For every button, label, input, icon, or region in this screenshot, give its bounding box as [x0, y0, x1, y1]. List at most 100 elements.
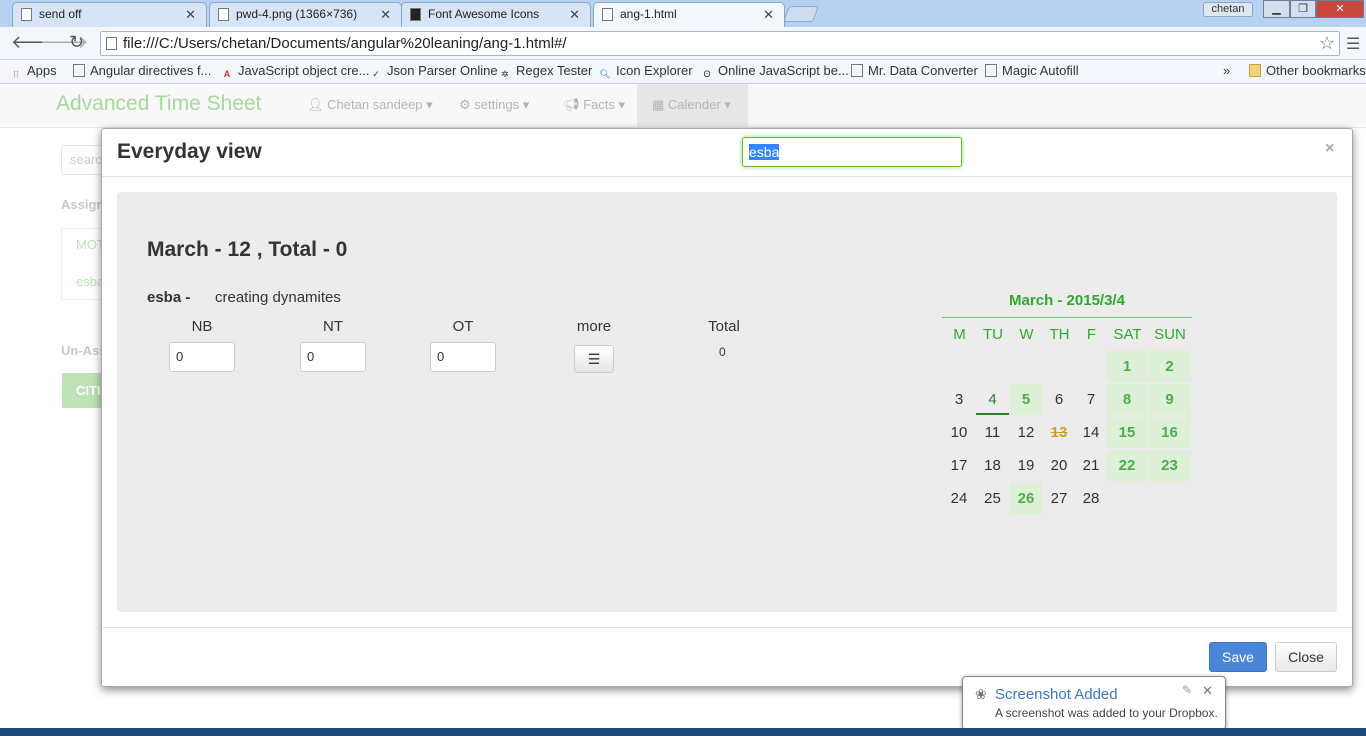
search-input-value: esba: [749, 144, 780, 160]
calendar-day[interactable]: 8: [1107, 384, 1147, 415]
star-icon[interactable]: ☆: [1319, 33, 1335, 54]
bookmarks-overflow[interactable]: »: [1223, 63, 1230, 78]
nb-input[interactable]: 0: [169, 342, 235, 372]
calendar-day[interactable]: 24: [943, 483, 975, 514]
os-taskbar: [0, 728, 1366, 736]
nav-calender[interactable]: ▦ Calender ▾: [652, 97, 731, 113]
owl-icon: ʘ: [703, 69, 711, 79]
calendar-day-header: SUN: [1154, 326, 1186, 343]
dropbox-icon: ❀: [975, 686, 987, 702]
nav-facts[interactable]: 📢︎ Facts ▾: [563, 97, 625, 113]
bookmark-online-js[interactable]: ʘ Online JavaScript be...: [701, 63, 848, 82]
bookmark-label: Regex Tester: [516, 63, 593, 78]
tab-ang-1[interactable]: ang-1.html ✕: [593, 2, 785, 27]
calendar-day[interactable]: 20: [1043, 450, 1075, 481]
close-button[interactable]: Close: [1275, 642, 1337, 672]
calendar-day[interactable]: 18: [976, 450, 1009, 481]
calendar-day[interactable]: 26: [1010, 483, 1042, 514]
bookmark-data-converter[interactable]: Mr. Data Converter: [851, 63, 978, 78]
maximize-button[interactable]: ❐: [1290, 0, 1316, 18]
search-icon: 🔍︎: [599, 69, 611, 79]
calendar-day[interactable]: 6: [1043, 384, 1075, 415]
new-tab-button[interactable]: [783, 6, 819, 22]
page-icon: [73, 64, 85, 77]
close-icon[interactable]: ✕: [1202, 683, 1213, 699]
json-check-icon: ✓: [372, 69, 380, 79]
close-icon[interactable]: ✕: [569, 7, 580, 23]
list-item[interactable]: esba: [76, 274, 104, 289]
nt-input[interactable]: 0: [300, 342, 366, 372]
total-value: 0: [719, 345, 726, 359]
calendar-day[interactable]: 22: [1107, 450, 1147, 481]
calendar-day[interactable]: 2: [1148, 351, 1191, 382]
nav-label: Facts: [583, 97, 615, 112]
list-icon: ☰: [587, 351, 601, 367]
calendar-day[interactable]: 16: [1148, 417, 1191, 448]
calendar-title: March - 2015/3/4: [1009, 292, 1125, 309]
calendar-day[interactable]: 21: [1076, 450, 1106, 481]
pin-icon[interactable]: ✎: [1182, 683, 1192, 697]
calendar-day[interactable]: 9: [1148, 384, 1191, 415]
close-icon[interactable]: ✕: [380, 7, 391, 23]
close-icon[interactable]: ✕: [763, 7, 774, 23]
close-icon[interactable]: ✕: [185, 7, 196, 23]
minimize-button[interactable]: ▁: [1263, 0, 1290, 18]
tab-pwd-4[interactable]: pwd-4.png (1366×736) ✕: [209, 2, 402, 27]
bookmark-label: Apps: [27, 63, 57, 78]
calendar-day[interactable]: 3: [943, 384, 975, 415]
calendar-day[interactable]: 27: [1043, 483, 1075, 514]
tab-send-off[interactable]: send off ✕: [12, 2, 207, 27]
close-icon[interactable]: ×: [1325, 140, 1334, 158]
calendar-day[interactable]: 11: [976, 417, 1009, 448]
bookmark-javascript[interactable]: A JavaScript object cre...: [221, 63, 370, 82]
tab-title: send off: [39, 7, 82, 21]
window-close-button[interactable]: ✕: [1316, 0, 1364, 18]
more-button[interactable]: ☰: [574, 345, 614, 373]
calendar-icon: ▦: [652, 97, 668, 112]
calendar-day[interactable]: 5: [1010, 384, 1042, 415]
address-bar[interactable]: file:///C:/Users/chetan/Documents/angula…: [100, 31, 1340, 56]
calendar-day[interactable]: 7: [1076, 384, 1106, 415]
flag-icon: [410, 8, 421, 21]
calendar-day[interactable]: 12: [1010, 417, 1042, 448]
profile-badge[interactable]: chetan: [1203, 2, 1253, 17]
bookmark-apps[interactable]: ⁝⁝ Apps: [10, 63, 57, 82]
column-header-total: Total: [708, 318, 740, 335]
bookmark-icon-explorer[interactable]: 🔍︎ Icon Explorer: [599, 63, 692, 82]
calendar-day-header: TH: [1049, 326, 1070, 343]
nav-settings[interactable]: ⚙ settings ▾: [459, 97, 529, 113]
calendar-day[interactable]: 13: [1043, 417, 1075, 448]
other-bookmarks[interactable]: Other bookmarks: [1249, 63, 1366, 78]
bookmark-magic-autofill[interactable]: Magic Autofill: [985, 63, 1079, 78]
column-header-nt: NT: [323, 318, 343, 335]
calendar-day[interactable]: 10: [943, 417, 975, 448]
save-button[interactable]: Save: [1209, 642, 1267, 672]
nav-user[interactable]: 👤︎ Chetan sandeep ▾: [307, 97, 433, 113]
nav-label: Chetan sandeep: [327, 97, 423, 112]
ot-input[interactable]: 0: [430, 342, 496, 372]
calendar-day[interactable]: 25: [976, 483, 1009, 514]
bookmark-regex[interactable]: ✲ Regex Tester: [499, 63, 592, 82]
apps-grid-icon: ⁝⁝: [13, 69, 19, 79]
bookmark-json[interactable]: ✓ Json Parser Online: [370, 63, 497, 82]
calendar-day[interactable]: 19: [1010, 450, 1042, 481]
calendar-day[interactable]: 28: [1076, 483, 1106, 514]
modal-title: Everyday view: [117, 140, 262, 163]
calendar-day[interactable]: 4: [976, 384, 1009, 415]
calendar-day[interactable]: 17: [943, 450, 975, 481]
calendar-day-header: F: [1086, 326, 1097, 343]
modal-search-input[interactable]: esba: [742, 137, 962, 167]
calendar-day[interactable]: 1: [1107, 351, 1147, 382]
calendar-day[interactable]: 15: [1107, 417, 1147, 448]
app-brand[interactable]: Advanced Time Sheet: [56, 92, 261, 116]
adobe-icon: A: [223, 69, 231, 79]
bookmark-angular[interactable]: Angular directives f...: [73, 63, 211, 78]
calendar-day[interactable]: 23: [1148, 450, 1191, 481]
notification-title: Screenshot Added: [995, 686, 1118, 703]
reload-icon[interactable]: ↻: [69, 32, 84, 53]
folder-icon: [1249, 64, 1261, 77]
calendar-day[interactable]: 14: [1076, 417, 1106, 448]
calendar-divider: [942, 317, 1192, 318]
menu-icon[interactable]: ☰: [1346, 34, 1360, 54]
tab-font-awesome[interactable]: Font Awesome Icons ✕: [401, 2, 591, 27]
